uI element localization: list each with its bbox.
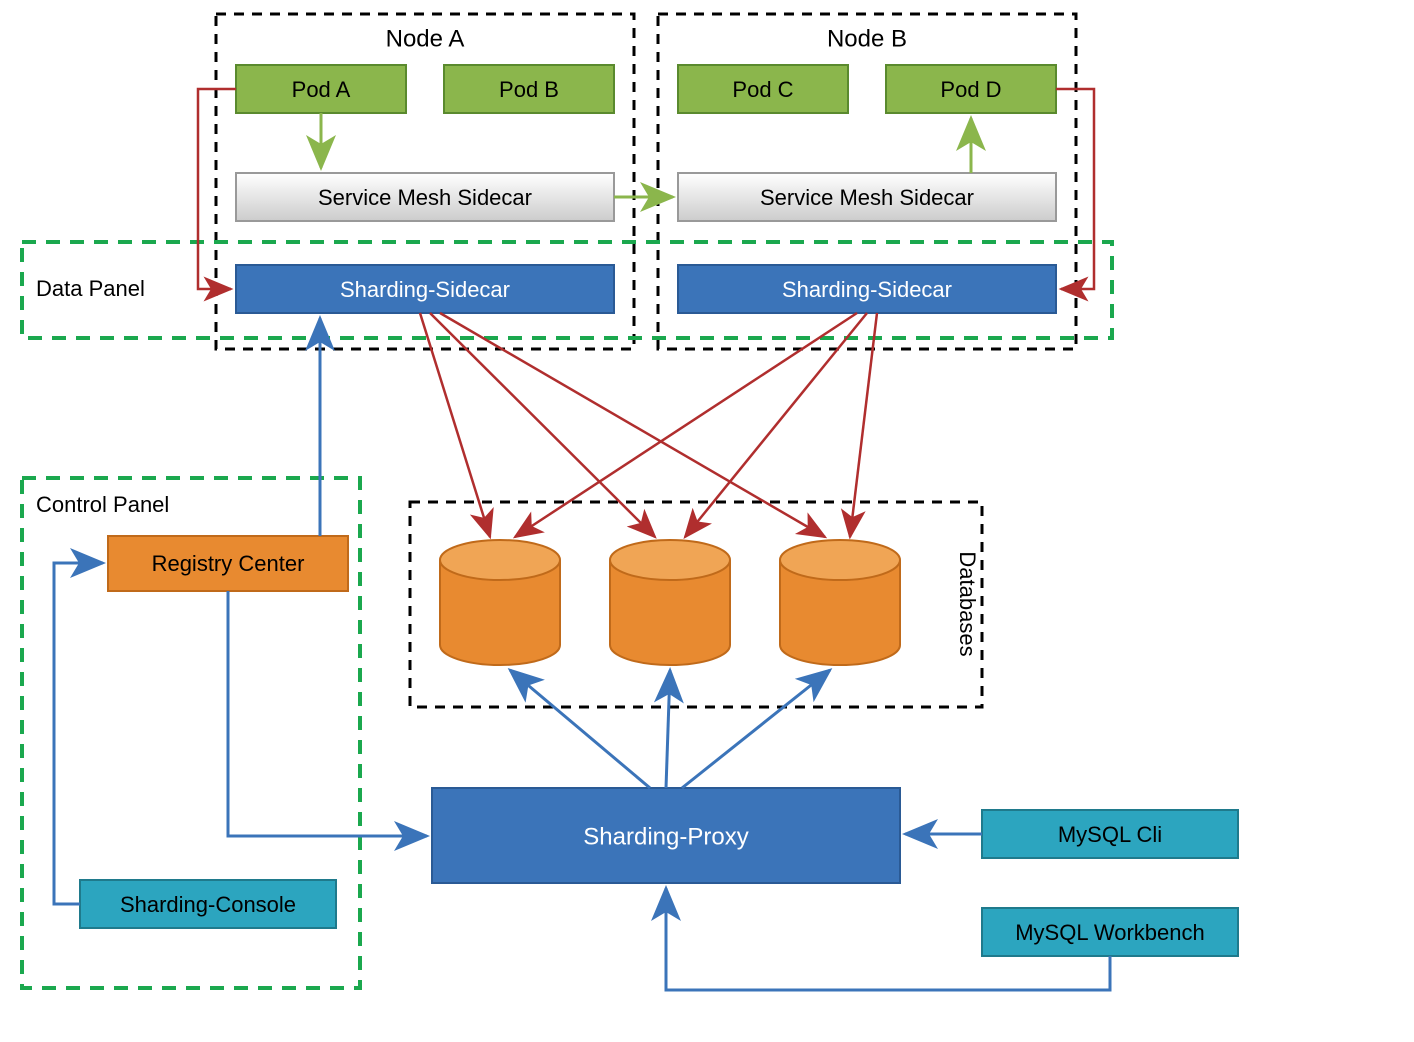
- mysql-workbench-label: MySQL Workbench: [1015, 920, 1205, 945]
- node-a-label: Node A: [386, 25, 465, 52]
- arrow-console-registry: [54, 563, 103, 904]
- mesh-sidecar-a-label: Service Mesh Sidecar: [318, 185, 532, 210]
- arrow-proxy-db2: [666, 670, 670, 788]
- mysql-cli-label: MySQL Cli: [1058, 822, 1162, 847]
- mesh-sidecar-b-label: Service Mesh Sidecar: [760, 185, 974, 210]
- pod-a-label: Pod A: [292, 77, 351, 102]
- databases-label: Databases: [955, 551, 980, 656]
- sharding-sidecar-a-label: Sharding-Sidecar: [340, 277, 510, 302]
- arrow-proxy-db1: [510, 670, 650, 788]
- database-1: [440, 540, 560, 665]
- pod-d-label: Pod D: [940, 77, 1001, 102]
- registry-center-label: Registry Center: [152, 551, 305, 576]
- sharding-console-label: Sharding-Console: [120, 892, 296, 917]
- pod-c-label: Pod C: [732, 77, 793, 102]
- database-2: [610, 540, 730, 665]
- data-panel-label: Data Panel: [36, 276, 145, 301]
- arrow-proxy-db3: [682, 670, 830, 788]
- sharding-proxy-label: Sharding-Proxy: [583, 823, 748, 850]
- node-b-label: Node B: [827, 25, 907, 52]
- sharding-sidecar-b-label: Sharding-Sidecar: [782, 277, 952, 302]
- arrow-registry-proxy: [228, 591, 427, 836]
- pod-b-label: Pod B: [499, 77, 559, 102]
- database-3: [780, 540, 900, 665]
- control-panel-label: Control Panel: [36, 492, 169, 517]
